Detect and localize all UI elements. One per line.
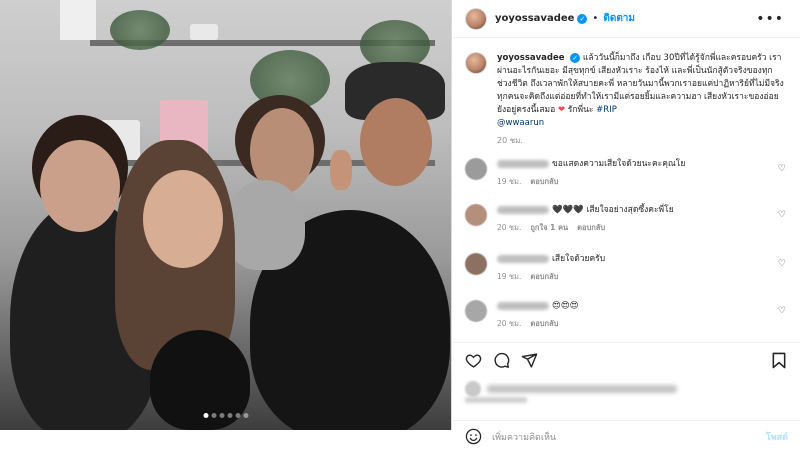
commenter-username-blurred[interactable] <box>497 254 549 263</box>
like-comment-heart-icon[interactable]: ♡ <box>778 306 786 316</box>
reply-button[interactable]: ตอบกลับ <box>577 223 605 232</box>
reply-button[interactable]: ตอบกลับ <box>530 177 558 186</box>
comment-text: ขอแสดงความเสียใจด้วยนะคะคุณโย <box>552 159 686 169</box>
comment-meta: 19 ชม. ตอบกลับ <box>497 271 767 283</box>
emoji-smiley-icon[interactable] <box>465 428 482 445</box>
like-heart-icon[interactable] <box>465 352 482 369</box>
comment-text: 🖤🖤🖤 เสียใจอย่างสุดซึ้งคะพี่โย <box>552 205 674 215</box>
caption-text: yoyossavadee ✓ แล้ววันนี้ก็มาถึง เกือบ 3… <box>497 52 787 147</box>
reply-button[interactable]: ตอบกลับ <box>530 319 558 328</box>
comment-time: 20 ชม. <box>497 319 522 328</box>
carousel-dot <box>203 413 208 418</box>
post-action-bar <box>453 342 800 380</box>
likes-text-blurred <box>487 385 677 393</box>
liker-avatar <box>465 381 481 397</box>
reply-button[interactable]: ตอบกลับ <box>530 272 558 281</box>
more-options-icon[interactable]: ••• <box>756 11 784 27</box>
commenter-username-blurred[interactable] <box>497 205 549 214</box>
post-photo[interactable] <box>0 0 452 430</box>
post-header: yoyossavadee ✓ • ติดตาม ••• <box>453 0 800 38</box>
comment-item: ขอแสดงความเสียใจด้วยนะคะคุณโย 19 ชม. ตอบก… <box>465 158 790 188</box>
add-comment-input[interactable]: เพิ่มความคิดเห็น <box>492 430 766 444</box>
commenter-username-blurred[interactable] <box>497 159 549 168</box>
post-comment-button[interactable]: โพสต์ <box>766 430 788 444</box>
comment-text: เสียใจด้วยครับ <box>552 254 606 264</box>
comment-body: 🖤🖤🖤 เสียใจอย่างสุดซึ้งคะพี่โย 20 ชม. ถูกใ… <box>497 204 767 234</box>
comment-body: เสียใจด้วยครับ 19 ชม. ตอบกลับ <box>497 253 767 283</box>
commenter-avatar[interactable] <box>465 158 487 180</box>
comment-time: 19 ชม. <box>497 272 522 281</box>
author-avatar[interactable] <box>465 7 487 30</box>
comment-likes[interactable]: ถูกใจ 1 คน <box>530 223 568 232</box>
add-comment-bar: เพิ่มความคิดเห็น โพสต์ <box>453 420 800 452</box>
comment-bubble-icon[interactable] <box>493 352 510 369</box>
caption-author-avatar[interactable] <box>465 52 487 74</box>
verified-badge-icon: ✓ <box>570 53 581 63</box>
header-separator: • <box>592 13 599 24</box>
post-date-blurred <box>465 397 527 403</box>
author-username[interactable]: yoyossavadee <box>495 13 574 24</box>
carousel-dot <box>243 413 248 418</box>
caption-time: 20 ชม. <box>497 136 523 145</box>
share-paper-plane-icon[interactable] <box>521 352 538 369</box>
follow-button[interactable]: ติดตาม <box>603 11 635 26</box>
comment-item: เสียใจด้วยครับ 19 ชม. ตอบกลับ ♡ <box>465 253 790 283</box>
comment-body: 😍😍😍 20 ชม. ตอบกลับ <box>497 300 767 330</box>
comment-item: 😍😍😍 20 ชม. ตอบกลับ ♡ <box>465 300 790 330</box>
verified-badge-icon: ✓ <box>577 13 588 24</box>
like-comment-heart-icon[interactable]: ♡ <box>778 259 786 269</box>
post-caption: yoyossavadee ✓ แล้ววันนี้ก็มาถึง เกือบ 3… <box>465 52 790 147</box>
carousel-dot <box>227 413 232 418</box>
comment-time: 20 ชม. <box>497 223 522 232</box>
commenter-avatar[interactable] <box>465 300 487 322</box>
commenter-avatar[interactable] <box>465 253 487 275</box>
caption-body-end: รักพี่นะ <box>567 105 594 115</box>
photo-scene <box>0 0 451 430</box>
commenter-avatar[interactable] <box>465 204 487 226</box>
carousel-dots <box>203 413 248 418</box>
caption-username[interactable]: yoyossavadee <box>497 53 565 63</box>
red-heart-icon: ❤ <box>557 105 566 115</box>
comment-text: 😍😍😍 <box>552 301 579 311</box>
likes-summary-blurred[interactable] <box>465 381 677 397</box>
save-bookmark-icon[interactable] <box>771 352 787 369</box>
hashtag-link[interactable]: #RIP <box>596 105 617 115</box>
post-side-panel: yoyossavadee ✓ • ติดตาม ••• yoyossavadee… <box>453 0 800 452</box>
comment-meta: 19 ชม. ตอบกลับ <box>497 176 767 188</box>
comment-item: 🖤🖤🖤 เสียใจอย่างสุดซึ้งคะพี่โย 20 ชม. ถูกใ… <box>465 204 790 234</box>
commenter-username-blurred[interactable] <box>497 301 549 310</box>
comment-meta: 20 ชม. ถูกใจ 1 คน ตอบกลับ <box>497 222 767 234</box>
comment-body: ขอแสดงความเสียใจด้วยนะคะคุณโย 19 ชม. ตอบก… <box>497 158 767 188</box>
carousel-dot <box>235 413 240 418</box>
like-comment-heart-icon[interactable]: ♡ <box>778 210 786 220</box>
carousel-dot <box>211 413 216 418</box>
comment-time: 19 ชม. <box>497 177 522 186</box>
instagram-post-view: yoyossavadee ✓ • ติดตาม ••• yoyossavadee… <box>0 0 800 452</box>
carousel-dot <box>219 413 224 418</box>
comment-meta: 20 ชม. ตอบกลับ <box>497 318 767 330</box>
like-comment-heart-icon[interactable]: ♡ <box>778 164 786 174</box>
mention-link[interactable]: @wwaarun <box>497 118 544 128</box>
